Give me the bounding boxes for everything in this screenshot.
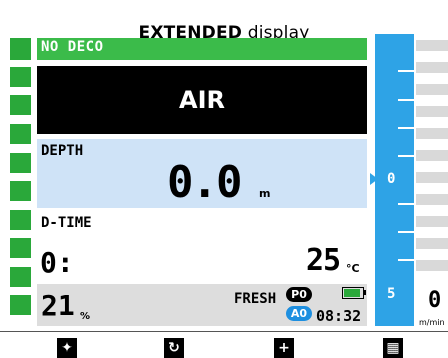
depth-scale: 0 5 [375, 34, 414, 326]
mode-icon: ✦ [61, 340, 73, 356]
left-indicator-bar [10, 295, 31, 315]
scale-tick [398, 127, 414, 129]
scale-tick [398, 203, 414, 205]
left-indicator-bar [10, 210, 31, 230]
left-indicator-bar [10, 124, 31, 144]
depth-pointer-icon [370, 173, 378, 185]
right-indicator-bar [416, 172, 448, 183]
softkey-1-button[interactable]: ✦ [57, 338, 77, 358]
gas-label: AIR [179, 86, 225, 114]
left-indicator-bar [10, 267, 31, 287]
scale-mark-0: 0 [387, 171, 396, 187]
oxygen-value: 21 [41, 289, 75, 322]
depth-unit: m [259, 187, 271, 200]
nodeco-label: NO DECO [41, 39, 104, 55]
softkey-2-button[interactable]: ↻ [164, 338, 184, 358]
depth-label: DEPTH [41, 143, 84, 159]
p0-badge: P0 [286, 287, 312, 302]
temperature-unit: °C [346, 262, 360, 275]
right-indicator-bar [416, 106, 448, 117]
clock-time: 08:32 [316, 307, 362, 325]
display-caption: EXTENDED display [0, 0, 448, 42]
right-indicator-bar [416, 150, 448, 161]
depth-value: 0.0 [167, 157, 242, 208]
battery-level-fill [344, 289, 360, 297]
softkey-4-button[interactable]: ▦ [383, 338, 403, 358]
temperature-value: 25 [306, 243, 341, 278]
left-indicator-bar [10, 95, 31, 115]
scale-tick [398, 70, 414, 72]
right-indicator-bar [416, 238, 448, 249]
left-indicator-bar [10, 153, 31, 173]
softkey-3-button[interactable]: + [274, 338, 294, 358]
nodeco-status-bar: NO DECO [37, 38, 367, 60]
right-indicator-bar [416, 84, 448, 95]
cycle-icon: ↻ [168, 340, 180, 356]
oxygen-unit: % [80, 311, 91, 322]
scale-tick [398, 231, 414, 233]
vertical-speed-unit: m/min [419, 318, 445, 327]
scale-tick [398, 99, 414, 101]
right-indicator-bar [416, 216, 448, 227]
right-indicator-bar [416, 260, 448, 271]
scale-tick [398, 155, 414, 157]
plus-icon: + [278, 340, 290, 356]
left-indicator-bar [10, 181, 31, 201]
menu-grid-icon: ▦ [386, 340, 400, 356]
battery-terminal [364, 290, 366, 295]
left-indicator-bar [10, 38, 31, 60]
gas-panel: AIR [37, 66, 367, 134]
tissue-status-label: FRESH [234, 291, 277, 307]
right-indicator-bar [416, 40, 448, 51]
right-indicator-bar [416, 62, 448, 73]
right-indicator-bar [416, 128, 448, 139]
dive-time-label: D-TIME [41, 215, 92, 231]
vertical-speed-value: 0 [428, 288, 442, 313]
left-indicator-bar [10, 238, 31, 258]
right-indicator-bar [416, 194, 448, 205]
scale-mark-5: 5 [387, 286, 396, 302]
a0-badge: A0 [286, 306, 312, 321]
left-indicator-bar [10, 67, 31, 87]
scale-tick [398, 259, 414, 261]
dive-time-value: 0: [40, 246, 74, 279]
softkey-divider [0, 331, 448, 332]
depth-panel: DEPTH 0.0 m [37, 139, 367, 208]
